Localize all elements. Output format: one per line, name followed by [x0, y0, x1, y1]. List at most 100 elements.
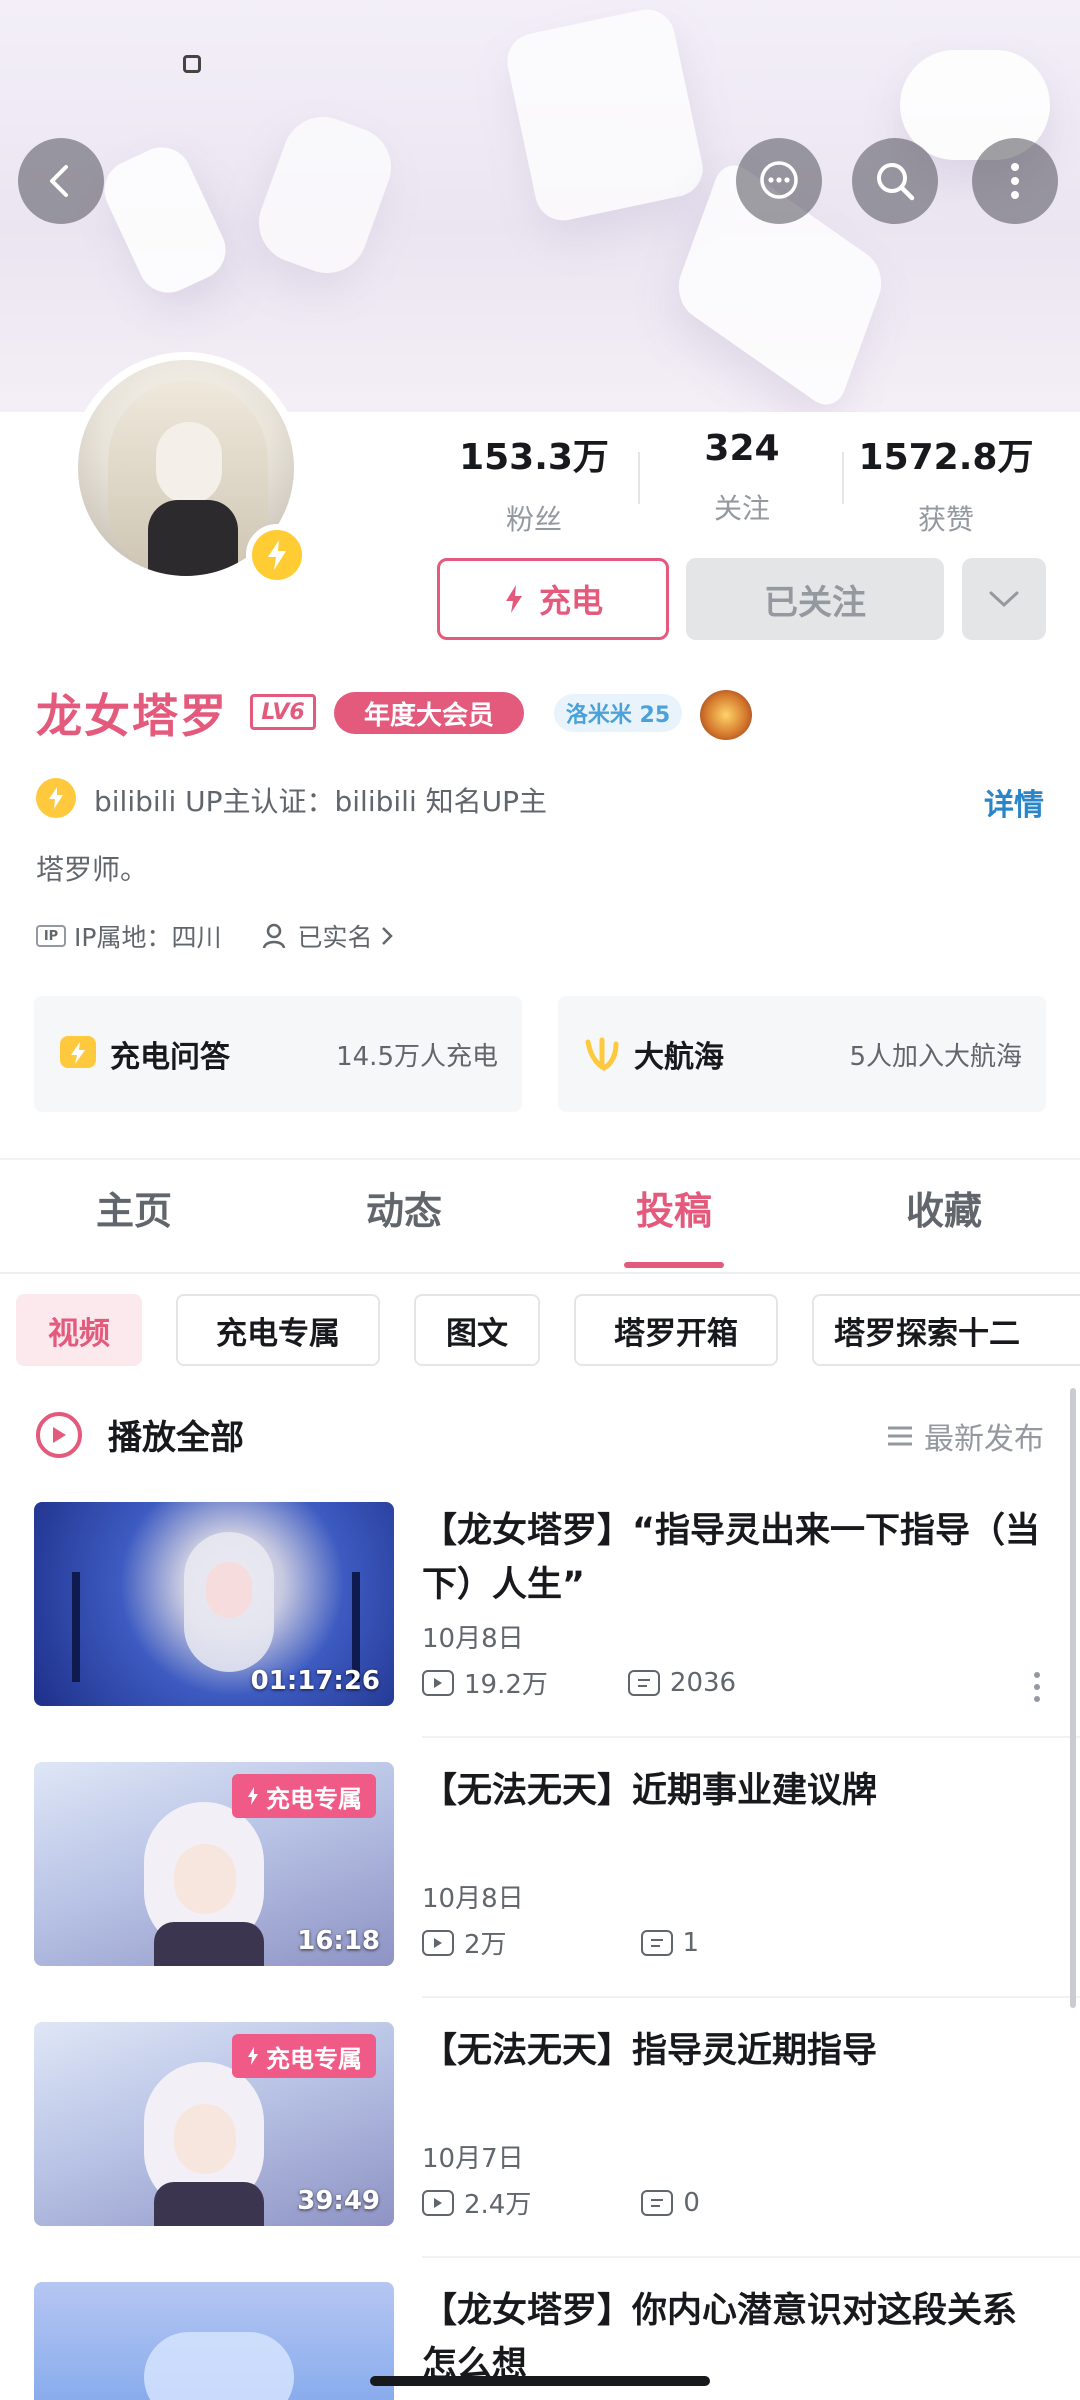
list-divider: [422, 1996, 1080, 1998]
search-button[interactable]: [852, 138, 938, 224]
video-title[interactable]: 【无法无天】指导灵近期指导: [422, 2024, 1042, 2078]
card-title: 大航海: [634, 1040, 724, 1075]
scrollbar[interactable]: [1070, 1388, 1076, 2008]
lightning-icon: [505, 585, 522, 613]
detail-link[interactable]: 详情: [984, 780, 1044, 824]
video-stats: 19.2万 2036: [422, 1664, 736, 1701]
video-thumbnail[interactable]: 充电专属 16:18: [34, 1762, 394, 1966]
comment-count-icon: [641, 2189, 674, 2216]
video-item[interactable]: 充电专属 39:49 【无法无天】指导灵近期指导 10月7日 2.4万 0: [0, 2022, 1080, 2262]
video-item[interactable]: 充电专属 16:18 【无法无天】近期事业建议牌 10月8日 2万 1: [0, 1762, 1080, 2002]
video-thumbnail[interactable]: 01:17:26: [34, 1502, 394, 1706]
stat-label: 获赞: [917, 503, 974, 536]
active-tab-indicator: [624, 1262, 724, 1268]
more-vertical-icon: [1011, 163, 1019, 199]
tab-divider: [0, 1272, 1080, 1274]
vip-badge[interactable]: 年度大会员: [334, 692, 524, 734]
stat-likes[interactable]: 1572.8万 获赞: [846, 428, 1046, 538]
comment-count: 1: [682, 1927, 700, 1958]
chip-tarot-unboxing[interactable]: 塔罗开箱: [574, 1294, 778, 1366]
stat-following[interactable]: 324 关注: [642, 428, 842, 527]
play-count-icon: [422, 2189, 454, 2216]
anchor-icon: [585, 1037, 619, 1071]
verified-name[interactable]: 已实名: [297, 918, 372, 954]
comment-count: 0: [683, 2187, 700, 2218]
stat-value: 324: [704, 428, 780, 469]
video-stats: 2.4万 0: [422, 2184, 700, 2221]
section-divider: [0, 1158, 1080, 1160]
video-duration: 16:18: [297, 1926, 380, 1956]
more-options-button[interactable]: [972, 138, 1058, 224]
video-item[interactable]: 01:17:26 【龙女塔罗】“指导灵出来一下指导（当下）人生” 10月8日 1…: [0, 1502, 1080, 1742]
play-all-icon[interactable]: [36, 1412, 82, 1458]
exclusive-label: 充电专属: [266, 2044, 362, 2073]
stat-value: 1572.8万: [858, 437, 1034, 478]
chip-tarot-explore[interactable]: 塔罗探索十二: [812, 1294, 1080, 1366]
video-date: 10月8日: [422, 1624, 524, 1654]
ip-row: IP IP属地：四川 已实名: [36, 918, 394, 954]
stat-label: 粉丝: [505, 503, 562, 536]
card-meta: 5人加入大航海: [849, 1041, 1022, 1072]
card-title: 充电问答: [110, 1040, 230, 1075]
banner-shape: [247, 105, 403, 285]
ip-tag-icon: IP: [36, 925, 66, 947]
list-sort-icon: [888, 1426, 912, 1446]
back-button[interactable]: [18, 138, 104, 224]
stat-divider: [842, 452, 844, 504]
expand-button[interactable]: [962, 558, 1046, 640]
charge-exclusive-badge: 充电专属: [232, 2034, 376, 2078]
charge-qa-card[interactable]: 充电问答 14.5万人充电: [34, 996, 522, 1112]
video-title[interactable]: 【无法无天】近期事业建议牌: [422, 1764, 1042, 1818]
list-divider: [422, 2256, 1080, 2258]
banner-shape: [94, 137, 236, 303]
back-arrow-icon: [50, 165, 68, 197]
stat-divider: [638, 452, 640, 504]
charge-qa-icon: [60, 1036, 96, 1068]
charge-exclusive-badge: 充电专属: [232, 1774, 376, 1818]
medal-icon[interactable]: [700, 690, 752, 740]
tab-dynamic[interactable]: 动态: [284, 1180, 524, 1235]
tab-home[interactable]: 主页: [14, 1180, 254, 1235]
video-title[interactable]: 【龙女塔罗】“指导灵出来一下指导（当下）人生”: [422, 1504, 1042, 1612]
comment-count-icon: [640, 1929, 673, 1956]
status-bar-icon: [183, 55, 201, 73]
chat-button[interactable]: [736, 138, 822, 224]
home-indicator[interactable]: [370, 2376, 710, 2386]
user-name: 龙女塔罗: [36, 689, 228, 743]
video-stats: 2万 1: [422, 1924, 699, 1961]
sort-label: 最新发布: [924, 1422, 1044, 1457]
certification-text: bilibili UP主认证：bilibili 知名UP主: [94, 785, 548, 818]
video-thumbnail[interactable]: [34, 2282, 394, 2400]
video-more-icon[interactable]: [1034, 1672, 1040, 1702]
play-all-label[interactable]: 播放全部: [108, 1410, 244, 1459]
play-count: 19.2万: [464, 1670, 548, 1700]
sort-button[interactable]: 最新发布: [886, 1414, 1044, 1458]
video-duration: 01:17:26: [250, 1666, 380, 1696]
stat-fans[interactable]: 153.3万 粉丝: [434, 428, 634, 538]
tab-favorites[interactable]: 收藏: [824, 1180, 1064, 1235]
guard-card[interactable]: 大航海 5人加入大航海: [558, 996, 1046, 1112]
comment-count-icon: [627, 1669, 660, 1696]
charge-label: 充电: [538, 582, 603, 620]
verified-bolt-icon: [246, 524, 308, 586]
charge-button[interactable]: 充电: [437, 558, 669, 640]
fan-medal-badge[interactable]: 洛米米 25: [554, 694, 682, 732]
chip-articles[interactable]: 图文: [414, 1294, 540, 1366]
tab-uploads[interactable]: 投稿: [554, 1180, 794, 1235]
play-count-icon: [422, 1669, 454, 1696]
stat-label: 关注: [713, 492, 770, 525]
play-count: 2.4万: [464, 2190, 532, 2220]
level-badge: LV6: [250, 694, 316, 730]
followed-button[interactable]: 已关注: [686, 558, 944, 640]
video-thumbnail[interactable]: 充电专属 39:49: [34, 2022, 394, 2226]
chip-video[interactable]: 视频: [16, 1294, 142, 1366]
chip-charge-exclusive[interactable]: 充电专属: [176, 1294, 380, 1366]
chevron-down-icon: [989, 591, 1019, 608]
play-count-icon: [422, 1929, 454, 1956]
comment-count: 2036: [669, 1667, 737, 1698]
video-date: 10月8日: [422, 1884, 524, 1914]
card-meta: 14.5万人充电: [336, 1041, 498, 1072]
ip-location: IP属地：四川: [74, 923, 222, 952]
search-icon: [877, 163, 915, 201]
chevron-right-icon: [382, 927, 394, 945]
